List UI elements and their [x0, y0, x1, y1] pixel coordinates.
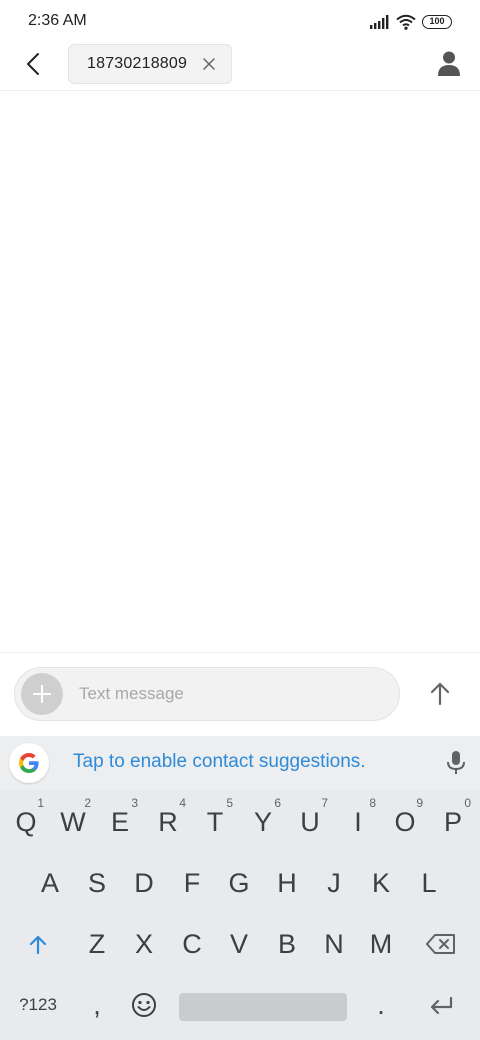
key-l[interactable]: L — [405, 853, 453, 913]
contact-suggestions-prompt[interactable]: Tap to enable contact suggestions. — [73, 751, 366, 773]
symbols-key[interactable]: ?123 — [10, 975, 66, 1035]
keyboard-row-3: Z X C V B N M — [0, 914, 480, 974]
key-g[interactable]: G — [215, 853, 263, 913]
key-p[interactable]: P0 — [429, 792, 477, 852]
status-bar: 2:36 AM 100 — [0, 0, 480, 42]
key-u[interactable]: U7 — [286, 792, 334, 852]
recipient-number: 18730218809 — [87, 55, 188, 72]
key-x[interactable]: X — [120, 914, 168, 974]
enter-key[interactable] — [417, 975, 465, 1035]
key-o[interactable]: O9 — [381, 792, 429, 852]
signal-icon — [370, 15, 389, 29]
keyboard-row-4: ?123 , . — [0, 975, 480, 1035]
keyboard-row-1: Q1 W2 E3 R4 T5 Y6 U7 I8 O9 P0 — [0, 792, 480, 852]
key-d[interactable]: D — [120, 853, 168, 913]
period-key[interactable]: . — [357, 975, 405, 1035]
compose-divider — [0, 652, 480, 653]
key-v[interactable]: V — [215, 914, 263, 974]
attach-plus-icon[interactable] — [21, 673, 63, 715]
key-f[interactable]: F — [168, 853, 216, 913]
key-y[interactable]: Y6 — [239, 792, 287, 852]
text-message-input[interactable] — [79, 668, 379, 720]
enter-icon — [430, 996, 453, 1015]
backspace-icon — [426, 934, 455, 954]
message-thread-area — [0, 91, 480, 652]
keyboard-row-2: A S D F G H J K L — [0, 853, 480, 913]
emoji-icon — [132, 993, 156, 1017]
key-z[interactable]: Z — [73, 914, 121, 974]
app-bar: 18730218809 — [0, 42, 480, 90]
key-w[interactable]: W2 — [49, 792, 97, 852]
key-t[interactable]: T5 — [191, 792, 239, 852]
key-e[interactable]: E3 — [96, 792, 144, 852]
remove-recipient-icon[interactable] — [203, 58, 215, 70]
compose-bar — [14, 667, 400, 721]
key-k[interactable]: K — [357, 853, 405, 913]
send-arrow-icon[interactable] — [424, 678, 456, 710]
keyboard: Tap to enable contact suggestions. Q1 W2… — [0, 736, 480, 1040]
key-s[interactable]: S — [73, 853, 121, 913]
key-m[interactable]: M — [357, 914, 405, 974]
google-icon — [19, 753, 39, 773]
key-c[interactable]: C — [168, 914, 216, 974]
suggestion-strip: Tap to enable contact suggestions. — [0, 736, 480, 790]
key-q[interactable]: Q1 — [2, 792, 50, 852]
status-icons: 100 — [370, 12, 452, 32]
key-j[interactable]: J — [310, 853, 358, 913]
recipient-chip[interactable]: 18730218809 — [68, 44, 233, 84]
backspace-key[interactable] — [417, 914, 465, 974]
contact-icon[interactable] — [434, 48, 464, 78]
key-n[interactable]: N — [310, 914, 358, 974]
comma-key[interactable]: , — [73, 975, 121, 1035]
space-key[interactable] — [179, 993, 347, 1021]
emoji-key[interactable] — [120, 975, 168, 1035]
battery-icon: 100 — [422, 15, 452, 29]
key-b[interactable]: B — [263, 914, 311, 974]
shift-key[interactable] — [14, 914, 62, 974]
back-arrow-icon[interactable] — [20, 50, 48, 78]
key-r[interactable]: R4 — [144, 792, 192, 852]
shift-icon — [29, 935, 47, 955]
google-button[interactable] — [9, 743, 49, 783]
key-a[interactable]: A — [26, 853, 74, 913]
status-time: 2:36 AM — [28, 12, 87, 29]
sms-compose-screen: 2:36 AM 100 18730218809 Text message Tap… — [0, 0, 480, 1040]
key-h[interactable]: H — [263, 853, 311, 913]
mic-icon[interactable] — [445, 750, 467, 776]
wifi-icon — [396, 14, 416, 30]
key-i[interactable]: I8 — [334, 792, 382, 852]
